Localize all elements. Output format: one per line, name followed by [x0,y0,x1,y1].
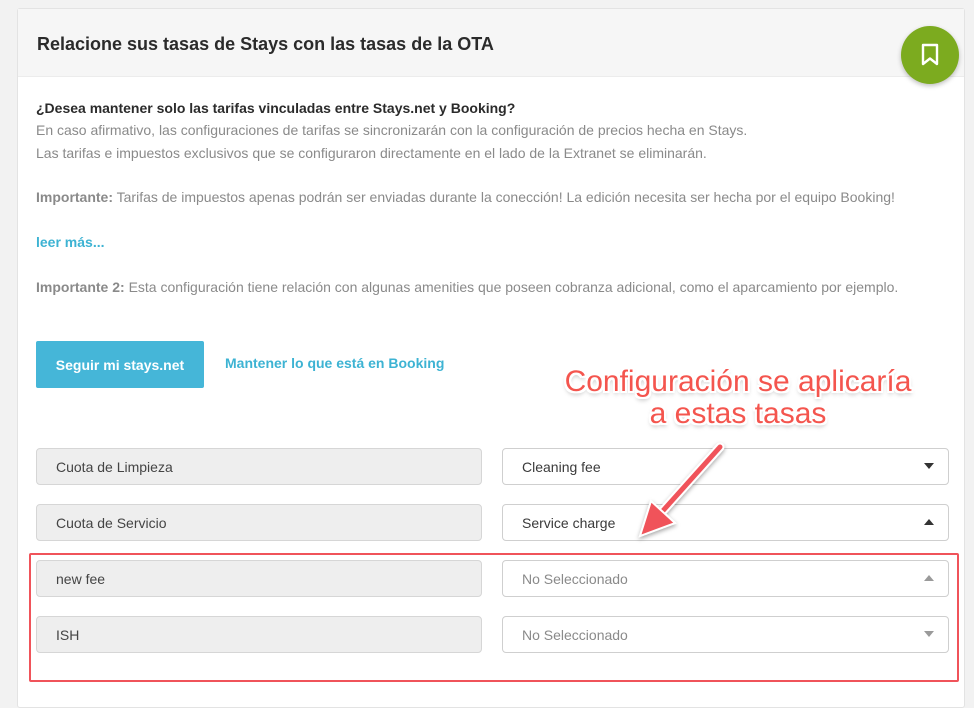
follow-stays-button[interactable]: Seguir mi stays.net [36,341,204,388]
sync-description-1: En caso afirmativo, las configuraciones … [36,122,748,138]
ota-fee-select[interactable]: Service charge [502,504,949,541]
stays-fee-field: Cuota de Limpieza [36,448,482,485]
important-2-label: Importante 2: [36,279,125,295]
keep-booking-button[interactable]: Mantener lo que está en Booking [225,355,444,371]
bookmark-button[interactable] [901,26,959,84]
important-label: Importante: [36,189,113,205]
annotation-line-1: Configuración se aplicaría [564,365,912,398]
stays-fee-field: Cuota de Servicio [36,504,482,541]
read-more-link[interactable]: leer más... [36,234,105,250]
bookmark-icon [921,43,939,66]
page-title: Relacione sus tasas de Stays con las tas… [37,34,494,54]
chevron-up-icon [924,519,934,525]
card-header: Relacione sus tasas de Stays con las tas… [18,9,964,77]
annotation-text: Configuración se aplicaría a estas tasas [548,366,928,430]
ota-fee-select[interactable]: Cleaning fee [502,448,949,485]
annotation-highlight-box [29,553,959,682]
sync-description-2: Las tarifas e impuestos exclusivos que s… [36,145,707,161]
important-text: Tarifas de impuestos apenas podrán ser e… [113,189,895,205]
sync-question: ¿Desea mantener solo las tarifas vincula… [36,100,516,116]
annotation-line-2: a estas tasas [649,397,827,430]
important-note-2: Importante 2: Esta configuración tiene r… [36,276,906,298]
ota-fee-selected: Cleaning fee [522,458,601,475]
chevron-down-icon [924,463,934,469]
ota-fee-selected: Service charge [522,514,616,531]
important-2-text: Esta configuración tiene relación con al… [124,279,899,295]
important-note-1: Importante: Tarifas de impuestos apenas … [36,186,906,208]
